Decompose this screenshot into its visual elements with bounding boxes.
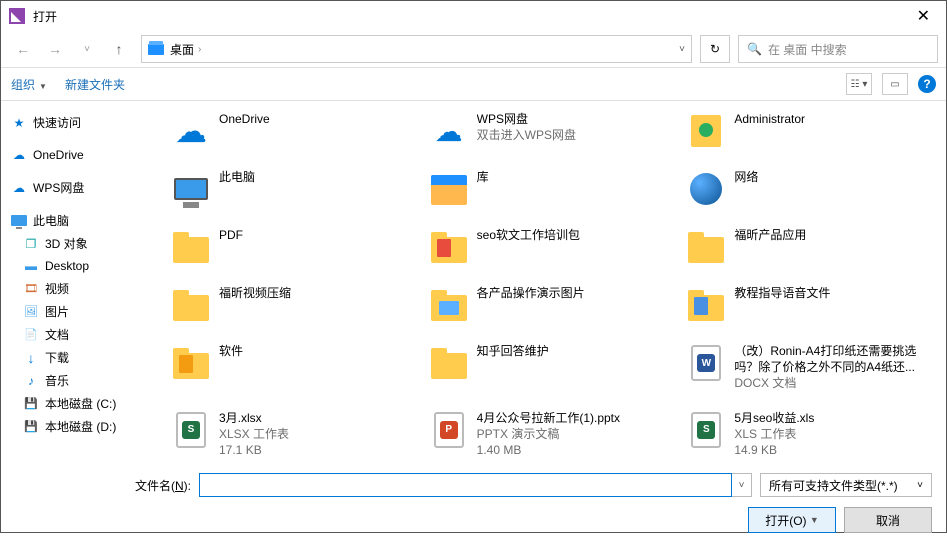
star-icon: ★ (11, 115, 27, 131)
file-type-filter[interactable]: 所有可支持文件类型(*.*)˅ (760, 473, 932, 497)
address-dropdown-icon[interactable]: ˅ (679, 44, 685, 55)
cancel-button[interactable]: 取消 (844, 507, 932, 533)
file-item[interactable]: 网络 (686, 169, 934, 209)
file-item[interactable]: seo软文工作培训包 (429, 227, 677, 267)
sidebar-item-this-pc[interactable]: 此电脑 (7, 209, 153, 232)
xls-icon: S (686, 410, 726, 450)
document-icon: 📄 (23, 327, 39, 343)
cube-icon: ❐ (23, 236, 39, 252)
file-item[interactable]: 软件 (171, 343, 419, 392)
window-title: 打开 (33, 8, 57, 25)
nav-forward-button[interactable]: → (41, 35, 69, 63)
file-list: ☁OneDrive ☁WPS网盘双击进入WPS网盘 Administrator … (159, 101, 946, 463)
video-icon: 🎞 (23, 281, 39, 297)
nav-back-button[interactable]: ← (9, 35, 37, 63)
pptx-icon: P (429, 410, 469, 450)
sidebar-item-disk-c[interactable]: 💾本地磁盘 (C:) (7, 392, 153, 415)
sidebar-item-disk-d[interactable]: 💾本地磁盘 (D:) (7, 415, 153, 438)
cloud-icon: ☁ (11, 180, 27, 196)
refresh-button[interactable]: ↻ (700, 35, 730, 63)
nav-bar: ← → ˅ ↑ 桌面 › ˅ ↻ 🔍 在 桌面 中搜索 (1, 31, 946, 67)
file-item[interactable]: 福昕视频压缩 (171, 285, 419, 325)
music-icon: ♪ (23, 373, 39, 389)
sidebar-item-onedrive[interactable]: ☁OneDrive (7, 144, 153, 166)
file-item[interactable]: 此电脑 (171, 169, 419, 209)
pc-icon (171, 169, 211, 209)
search-box[interactable]: 🔍 在 桌面 中搜索 (738, 35, 938, 63)
file-item[interactable]: 库 (429, 169, 677, 209)
sidebar-item-wps[interactable]: ☁WPS网盘 (7, 176, 153, 199)
nav-up-button[interactable]: ↑ (105, 35, 133, 63)
folder-icon (171, 285, 211, 325)
library-icon (429, 169, 469, 209)
file-item[interactable]: PDF (171, 227, 419, 267)
sidebar: ★快速访问 ☁OneDrive ☁WPS网盘 此电脑 ❐3D 对象 ▬Deskt… (1, 101, 159, 463)
sidebar-item-quick-access[interactable]: ★快速访问 (7, 111, 153, 134)
chevron-down-icon: ˅ (917, 480, 923, 491)
folder-icon (429, 227, 469, 267)
file-item[interactable]: 知乎回答维护 (429, 343, 677, 392)
location-text: 桌面 (170, 41, 194, 58)
filename-label: 文件名(N): (15, 477, 199, 494)
folder-icon (171, 343, 211, 383)
cloud-icon: ☁ (11, 147, 27, 163)
file-item[interactable]: ☁OneDrive (171, 111, 419, 151)
nav-recent-button[interactable]: ˅ (73, 35, 101, 63)
folder-icon (171, 227, 211, 267)
close-button[interactable]: ✕ (909, 2, 938, 30)
sidebar-item-videos[interactable]: 🎞视频 (7, 277, 153, 300)
view-mode-button[interactable]: ☷ ▾ (846, 73, 872, 95)
file-item[interactable]: S3月.xlsxXLSX 工作表17.1 KB (171, 410, 419, 459)
chevron-down-icon: ▼ (39, 82, 47, 91)
picture-icon: 🖼 (23, 304, 39, 320)
toolbar: 组织▼ 新建文件夹 ☷ ▾ ▭ ? (1, 67, 946, 101)
organize-button[interactable]: 组织▼ (11, 76, 47, 93)
pc-icon (11, 213, 27, 229)
file-item[interactable]: W（改）Ronin-A4打印纸还需要挑选吗？除了价格之外不同的A4纸还...DO… (686, 343, 934, 392)
folder-icon (686, 285, 726, 325)
folder-icon (429, 343, 469, 383)
file-item[interactable]: Administrator (686, 111, 934, 151)
network-icon (686, 169, 726, 209)
app-icon (9, 8, 25, 24)
sidebar-item-documents[interactable]: 📄文档 (7, 323, 153, 346)
sidebar-item-music[interactable]: ♪音乐 (7, 369, 153, 392)
desktop-icon: ▬ (23, 258, 39, 274)
footer: 文件名(N): ˅ 所有可支持文件类型(*.*)˅ 打开(O) ▼ 取消 (1, 463, 946, 543)
preview-pane-button[interactable]: ▭ (882, 73, 908, 95)
sidebar-item-pictures[interactable]: 🖼图片 (7, 300, 153, 323)
new-folder-button[interactable]: 新建文件夹 (65, 76, 125, 93)
file-item[interactable]: S5月seo收益.xlsXLS 工作表14.9 KB (686, 410, 934, 459)
sidebar-item-desktop[interactable]: ▬Desktop (7, 255, 153, 277)
docx-icon: W (686, 343, 726, 383)
sidebar-item-3d-objects[interactable]: ❐3D 对象 (7, 232, 153, 255)
disk-icon: 💾 (23, 419, 39, 435)
location-icon (148, 44, 164, 55)
filename-input[interactable] (199, 473, 732, 497)
help-button[interactable]: ? (918, 75, 936, 93)
search-placeholder: 在 桌面 中搜索 (768, 41, 847, 58)
open-button[interactable]: 打开(O) ▼ (748, 507, 836, 533)
user-folder-icon (686, 111, 726, 151)
file-item[interactable]: 各产品操作演示图片 (429, 285, 677, 325)
file-item[interactable]: 福昕产品应用 (686, 227, 934, 267)
file-item[interactable]: P4月公众号拉新工作(1).pptxPPTX 演示文稿1.40 MB (429, 410, 677, 459)
file-item[interactable]: ☁WPS网盘双击进入WPS网盘 (429, 111, 677, 151)
title-bar: 打开 ✕ (1, 1, 946, 31)
cloud-icon: ☁ (171, 111, 211, 151)
download-icon: ↓ (23, 350, 39, 366)
filename-dropdown-button[interactable]: ˅ (732, 473, 752, 497)
disk-icon: 💾 (23, 396, 39, 412)
folder-icon (686, 227, 726, 267)
search-icon: 🔍 (747, 42, 762, 56)
cloud-icon: ☁ (429, 111, 469, 151)
sidebar-item-downloads[interactable]: ↓下载 (7, 346, 153, 369)
folder-icon (429, 285, 469, 325)
file-item[interactable]: 教程指导语音文件 (686, 285, 934, 325)
breadcrumb-separator-icon: › (198, 44, 201, 55)
xlsx-icon: S (171, 410, 211, 450)
address-bar[interactable]: 桌面 › ˅ (141, 35, 692, 63)
